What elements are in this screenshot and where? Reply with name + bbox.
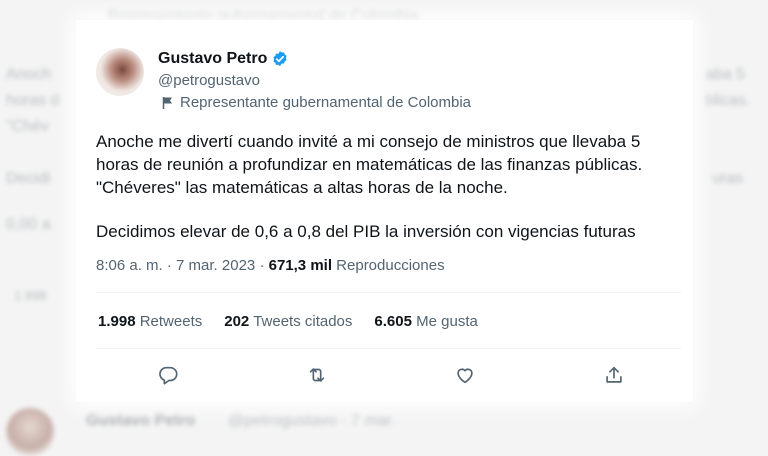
quotes-stat[interactable]: 202 Tweets citados <box>224 313 352 330</box>
government-flag-icon <box>162 96 174 110</box>
tweet-card[interactable]: Gustavo Petro @petrogustavo Representant… <box>76 20 693 402</box>
government-label: Representante gubernamental de Colombia <box>162 94 471 111</box>
share-icon[interactable] <box>602 363 626 387</box>
bg-fragment: blicas. <box>705 92 751 109</box>
bg-fragment: horas d <box>6 92 60 109</box>
bg-fragment: aba 5 <box>705 66 746 83</box>
retweets-stat[interactable]: 1.998 Retweets <box>98 313 202 330</box>
bg-avatar <box>6 408 54 456</box>
author-handle[interactable]: @petrogustavo <box>158 72 260 89</box>
divider <box>96 348 681 349</box>
bg-next-handle: @petrogustavo · 7 mar. <box>228 412 396 429</box>
engagement-stats: 1.998 Retweets 202 Tweets citados 6.605 … <box>98 313 500 330</box>
bg-fragment: Anoch <box>6 66 52 83</box>
tweet-paragraph: Anoche me divertí cuando invité a mi con… <box>96 132 643 197</box>
quotes-count: 202 <box>224 313 250 330</box>
likes-label: Me gusta <box>416 313 478 330</box>
retweets-label: Retweets <box>139 313 203 330</box>
tweet-paragraph: Decidimos elevar de 0,6 a 0,8 del PIB la… <box>96 222 636 241</box>
meta-separator: · <box>166 257 177 274</box>
author-row: Gustavo Petro <box>158 50 289 68</box>
action-bar <box>156 363 626 387</box>
bg-next-author: Gustavo Petro <box>86 412 196 429</box>
bg-fragment: 0,00 a <box>6 216 51 233</box>
quotes-label: Tweets citados <box>253 313 353 330</box>
retweets-count: 1.998 <box>98 313 136 330</box>
retweet-icon[interactable] <box>305 363 329 387</box>
author-label: Representante gubernamental de Colombia <box>180 94 472 111</box>
bg-fragment: 1.998 <box>14 288 47 303</box>
tweet-text: Anoche me divertí cuando invité a mi con… <box>96 130 686 243</box>
bg-fragment: uras <box>712 170 744 187</box>
verified-badge-icon <box>271 50 289 68</box>
meta-separator: · <box>259 257 269 274</box>
heart-icon[interactable] <box>453 363 477 387</box>
bg-fragment: "Chév <box>6 118 50 135</box>
avatar[interactable] <box>96 48 144 96</box>
likes-count: 6.605 <box>374 313 412 330</box>
views-count: 671,3 mil <box>268 257 332 274</box>
views-label: Reproducciones <box>336 257 445 274</box>
divider <box>96 292 681 293</box>
tweet-date[interactable]: 7 mar. 2023 <box>176 257 255 274</box>
tweet-meta: 8:06 a. m. · 7 mar. 2023 · 671,3 mil Rep… <box>96 257 445 274</box>
bg-fragment: Decidi <box>6 170 51 187</box>
reply-icon[interactable] <box>156 363 180 387</box>
tweet-time[interactable]: 8:06 a. m. <box>96 257 163 274</box>
author-name[interactable]: Gustavo Petro <box>158 50 267 68</box>
likes-stat[interactable]: 6.605 Me gusta <box>374 313 477 330</box>
